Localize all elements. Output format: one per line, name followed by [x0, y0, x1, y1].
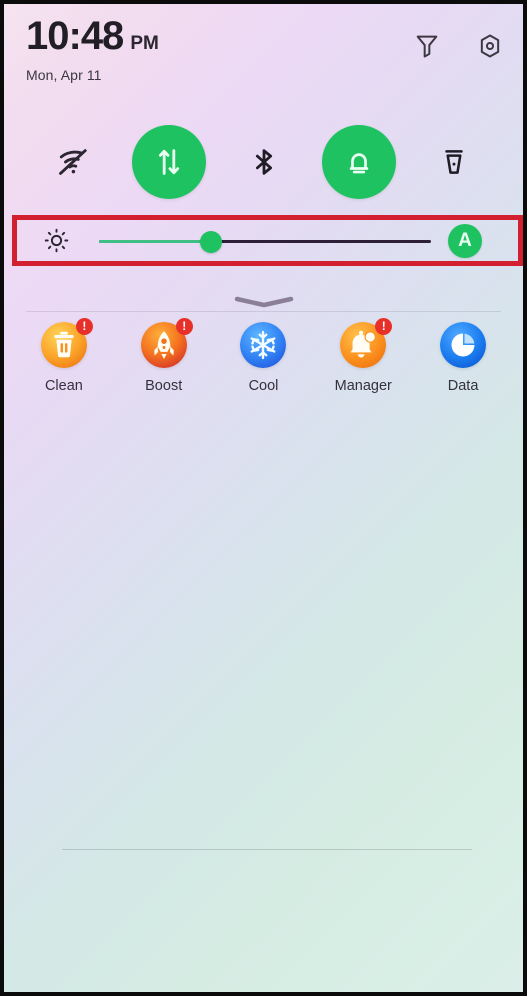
filter-icon[interactable] [413, 32, 441, 60]
sound-toggle[interactable] [321, 125, 396, 199]
shortcut-label: Data [447, 378, 479, 394]
shortcut-icon-wrap: ! [40, 318, 93, 368]
clock-date: Mon, Apr 11 [26, 67, 102, 83]
clock-ampm: PM [130, 33, 159, 54]
brightness-slider[interactable] [99, 227, 438, 255]
clock-block: 10:48 PM Mon, Apr 11 [26, 16, 159, 83]
shortcut-manager[interactable]: ! Manager [315, 318, 411, 394]
shortcut-icon-wrap: ! [340, 318, 393, 368]
settings-hex-icon[interactable] [476, 32, 504, 60]
slider-fill [99, 239, 211, 243]
shortcut-boost[interactable]: ! Boost [116, 318, 212, 394]
shortcut-icon-wrap: ! [140, 318, 193, 368]
shortcut-icon-wrap [440, 322, 487, 368]
app-shortcut-row: ! Clean ! Boost Cool ! Manager Data [4, 318, 523, 404]
status-bar: 10:48 PM Mon, Apr 11 [4, 4, 523, 100]
notification-shade: 10:48 PM Mon, Apr 11 A ! Clean ! Boost C… [0, 0, 527, 996]
notification-badge: ! [375, 318, 393, 335]
shortcut-cool[interactable]: Cool [215, 322, 311, 394]
brightness-slider-row[interactable]: A [12, 215, 523, 266]
bluetooth-toggle[interactable] [227, 125, 301, 199]
bottom-divider [62, 849, 472, 850]
clock-row: 10:48 PM [26, 16, 159, 56]
wifi-toggle[interactable] [37, 125, 111, 199]
pie-chart-icon [440, 322, 487, 368]
shortcut-data[interactable]: Data [415, 322, 511, 394]
shortcut-label: Clean [44, 378, 83, 394]
shortcut-clean[interactable]: ! Clean [16, 318, 112, 394]
status-bar-icons [413, 32, 504, 60]
shortcut-label: Boost [145, 378, 183, 394]
snowflake-icon [240, 322, 287, 368]
quick-toggle-row [4, 112, 523, 212]
mobile-data-toggle[interactable] [131, 125, 206, 199]
collapse-handle[interactable] [233, 295, 295, 308]
notification-badge: ! [175, 318, 193, 335]
brightness-icon [43, 227, 91, 254]
shortcut-icon-wrap [240, 322, 287, 368]
notification-badge: ! [75, 318, 93, 335]
auto-brightness-button[interactable]: A [448, 223, 482, 258]
panel-divider [26, 311, 501, 312]
shortcut-label: Manager [334, 378, 392, 394]
flashlight-toggle[interactable] [417, 125, 491, 199]
clock-time: 10:48 [26, 14, 124, 58]
slider-thumb[interactable] [199, 230, 222, 253]
shortcut-label: Cool [248, 378, 279, 394]
